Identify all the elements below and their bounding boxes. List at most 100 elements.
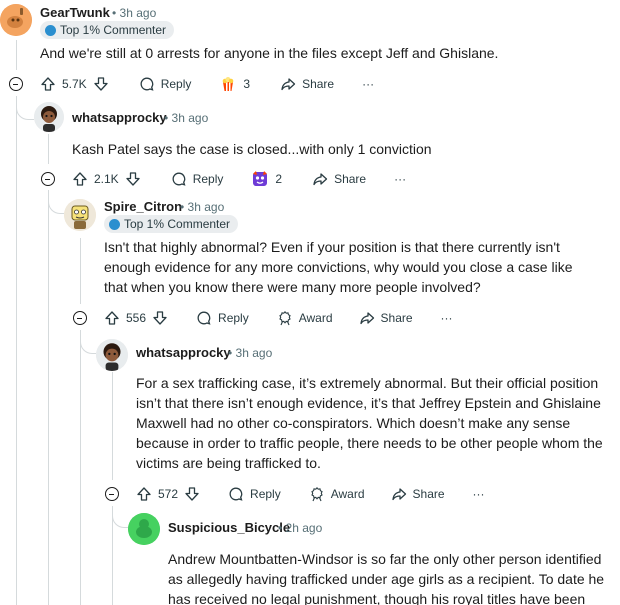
more-options-button[interactable]: ··· <box>394 172 406 186</box>
comment-timestamp[interactable]: • 2h ago <box>278 521 322 535</box>
vote-group: 572 <box>136 486 200 502</box>
top-commenter-badge: Top 1% Commenter <box>104 215 239 233</box>
more-icon: ··· <box>440 311 453 325</box>
collapse-icon[interactable] <box>73 311 87 325</box>
comment-timestamp[interactable]: • 3h ago <box>180 200 224 214</box>
thread-line-3b[interactable] <box>80 332 81 605</box>
thread-line-1b[interactable] <box>16 98 17 605</box>
collapse-icon[interactable] <box>105 487 119 501</box>
snoo-avatar-icon <box>0 4 32 36</box>
share-icon <box>359 312 374 325</box>
avatar[interactable] <box>128 513 160 545</box>
vote-count: 2.1K <box>94 172 119 186</box>
comment-body: For a sex trafficking case, it’s extreme… <box>136 375 603 471</box>
collapse-icon[interactable] <box>9 77 23 91</box>
badge-icon <box>109 218 120 230</box>
avatar[interactable] <box>96 339 128 371</box>
vote-count: 556 <box>126 311 147 325</box>
share-label: Share <box>302 77 335 91</box>
comment-actions: 2.1K Reply 2 Share ··· <box>72 167 406 191</box>
share-label: Share <box>412 487 445 501</box>
thread-line-4b[interactable] <box>112 508 113 605</box>
award-label: Award <box>298 311 333 325</box>
vote-count: 5.7K <box>62 77 87 91</box>
award-count: 2 <box>275 172 283 186</box>
award-button[interactable]: 2 <box>251 170 282 188</box>
thread-line-1[interactable] <box>16 40 17 70</box>
award-icon <box>311 486 323 502</box>
thread-branch-2 <box>16 96 34 120</box>
thread-line-2b[interactable] <box>48 192 49 605</box>
share-button[interactable]: Share <box>312 171 366 187</box>
comment-body: Isn't that highly abnormal? Even if your… <box>104 239 573 295</box>
comment-username[interactable]: whatsapprocky <box>72 110 167 125</box>
award-button[interactable]: Award <box>309 486 365 502</box>
comment-icon <box>197 311 211 325</box>
more-options-button[interactable]: ··· <box>441 311 453 325</box>
reply-label: Reply <box>250 487 281 501</box>
thread-line-4[interactable] <box>112 372 113 480</box>
more-options-button[interactable]: ··· <box>362 77 374 91</box>
comment-thread: GearTwunk • 3h ago Top 1% Commenter And … <box>0 0 620 605</box>
vote-group: 2.1K <box>72 171 141 187</box>
comment-actions: 556 Reply Award Share ··· <box>104 306 453 330</box>
reply-label: Reply <box>218 311 249 325</box>
downvote-icon[interactable] <box>125 171 141 187</box>
more-icon: ··· <box>394 172 407 186</box>
comment-username[interactable]: Suspicious_Bicycle <box>168 520 290 535</box>
thread-branch-5 <box>112 506 128 528</box>
badge-icon <box>45 24 56 36</box>
comment-username[interactable]: GearTwunk <box>40 5 110 20</box>
comment-username[interactable]: whatsapprocky <box>136 345 231 360</box>
share-button[interactable]: Share <box>359 310 413 326</box>
upvote-icon[interactable] <box>40 76 56 92</box>
comment-timestamp[interactable]: • 3h ago <box>228 346 272 360</box>
snoo-avatar-icon <box>128 513 160 545</box>
comment-actions: 5.7K Reply 3 Share ··· <box>40 72 374 96</box>
vote-group: 5.7K <box>40 76 109 92</box>
collapse-icon[interactable] <box>41 172 55 186</box>
award-count: 3 <box>243 77 251 91</box>
thread-branch-4 <box>80 330 96 354</box>
reply-label: Reply <box>192 172 224 186</box>
thread-line-3[interactable] <box>80 238 81 304</box>
badge-label: Top 1% Commenter <box>60 23 167 37</box>
award-button[interactable]: Award <box>277 310 333 326</box>
share-icon <box>281 78 296 91</box>
upvote-icon[interactable] <box>104 310 120 326</box>
top-commenter-badge: Top 1% Commenter <box>40 21 175 39</box>
badge-label: Top 1% Commenter <box>124 217 231 231</box>
avatar[interactable] <box>64 199 96 231</box>
thread-line-2[interactable] <box>48 134 49 164</box>
reply-label: Reply <box>160 77 192 91</box>
comment-body: Kash Patel says the case is closed...wit… <box>72 141 432 157</box>
avatar[interactable] <box>0 4 32 36</box>
downvote-icon[interactable] <box>152 310 168 326</box>
vote-group: 556 <box>104 310 168 326</box>
downvote-icon[interactable] <box>93 76 109 92</box>
share-label: Share <box>380 311 413 325</box>
comment-timestamp[interactable]: • 3h ago <box>112 6 156 20</box>
reply-button[interactable]: Reply <box>196 310 249 326</box>
reply-button[interactable]: Reply <box>139 76 192 92</box>
upvote-icon[interactable] <box>72 171 88 187</box>
more-options-button[interactable]: ··· <box>473 487 485 501</box>
snoo-avatar-icon <box>96 339 128 371</box>
share-button[interactable]: Share <box>391 486 445 502</box>
comment-username[interactable]: Spire_Citron <box>104 199 182 214</box>
downvote-icon[interactable] <box>184 486 200 502</box>
popcorn-award-icon <box>223 77 234 91</box>
comment-icon <box>229 487 243 501</box>
reply-button[interactable]: Reply <box>171 171 224 187</box>
snoo-avatar-icon <box>64 199 96 231</box>
award-button[interactable]: 3 <box>219 75 250 93</box>
comment-timestamp[interactable]: • 3h ago <box>164 111 208 125</box>
comment-icon <box>140 77 154 91</box>
upvote-icon[interactable] <box>136 486 152 502</box>
more-icon: ··· <box>472 487 485 501</box>
reply-button[interactable]: Reply <box>228 486 281 502</box>
share-button[interactable]: Share <box>280 76 334 92</box>
share-label: Share <box>334 172 367 186</box>
comment-icon <box>172 172 186 186</box>
avatar[interactable] <box>34 102 64 132</box>
